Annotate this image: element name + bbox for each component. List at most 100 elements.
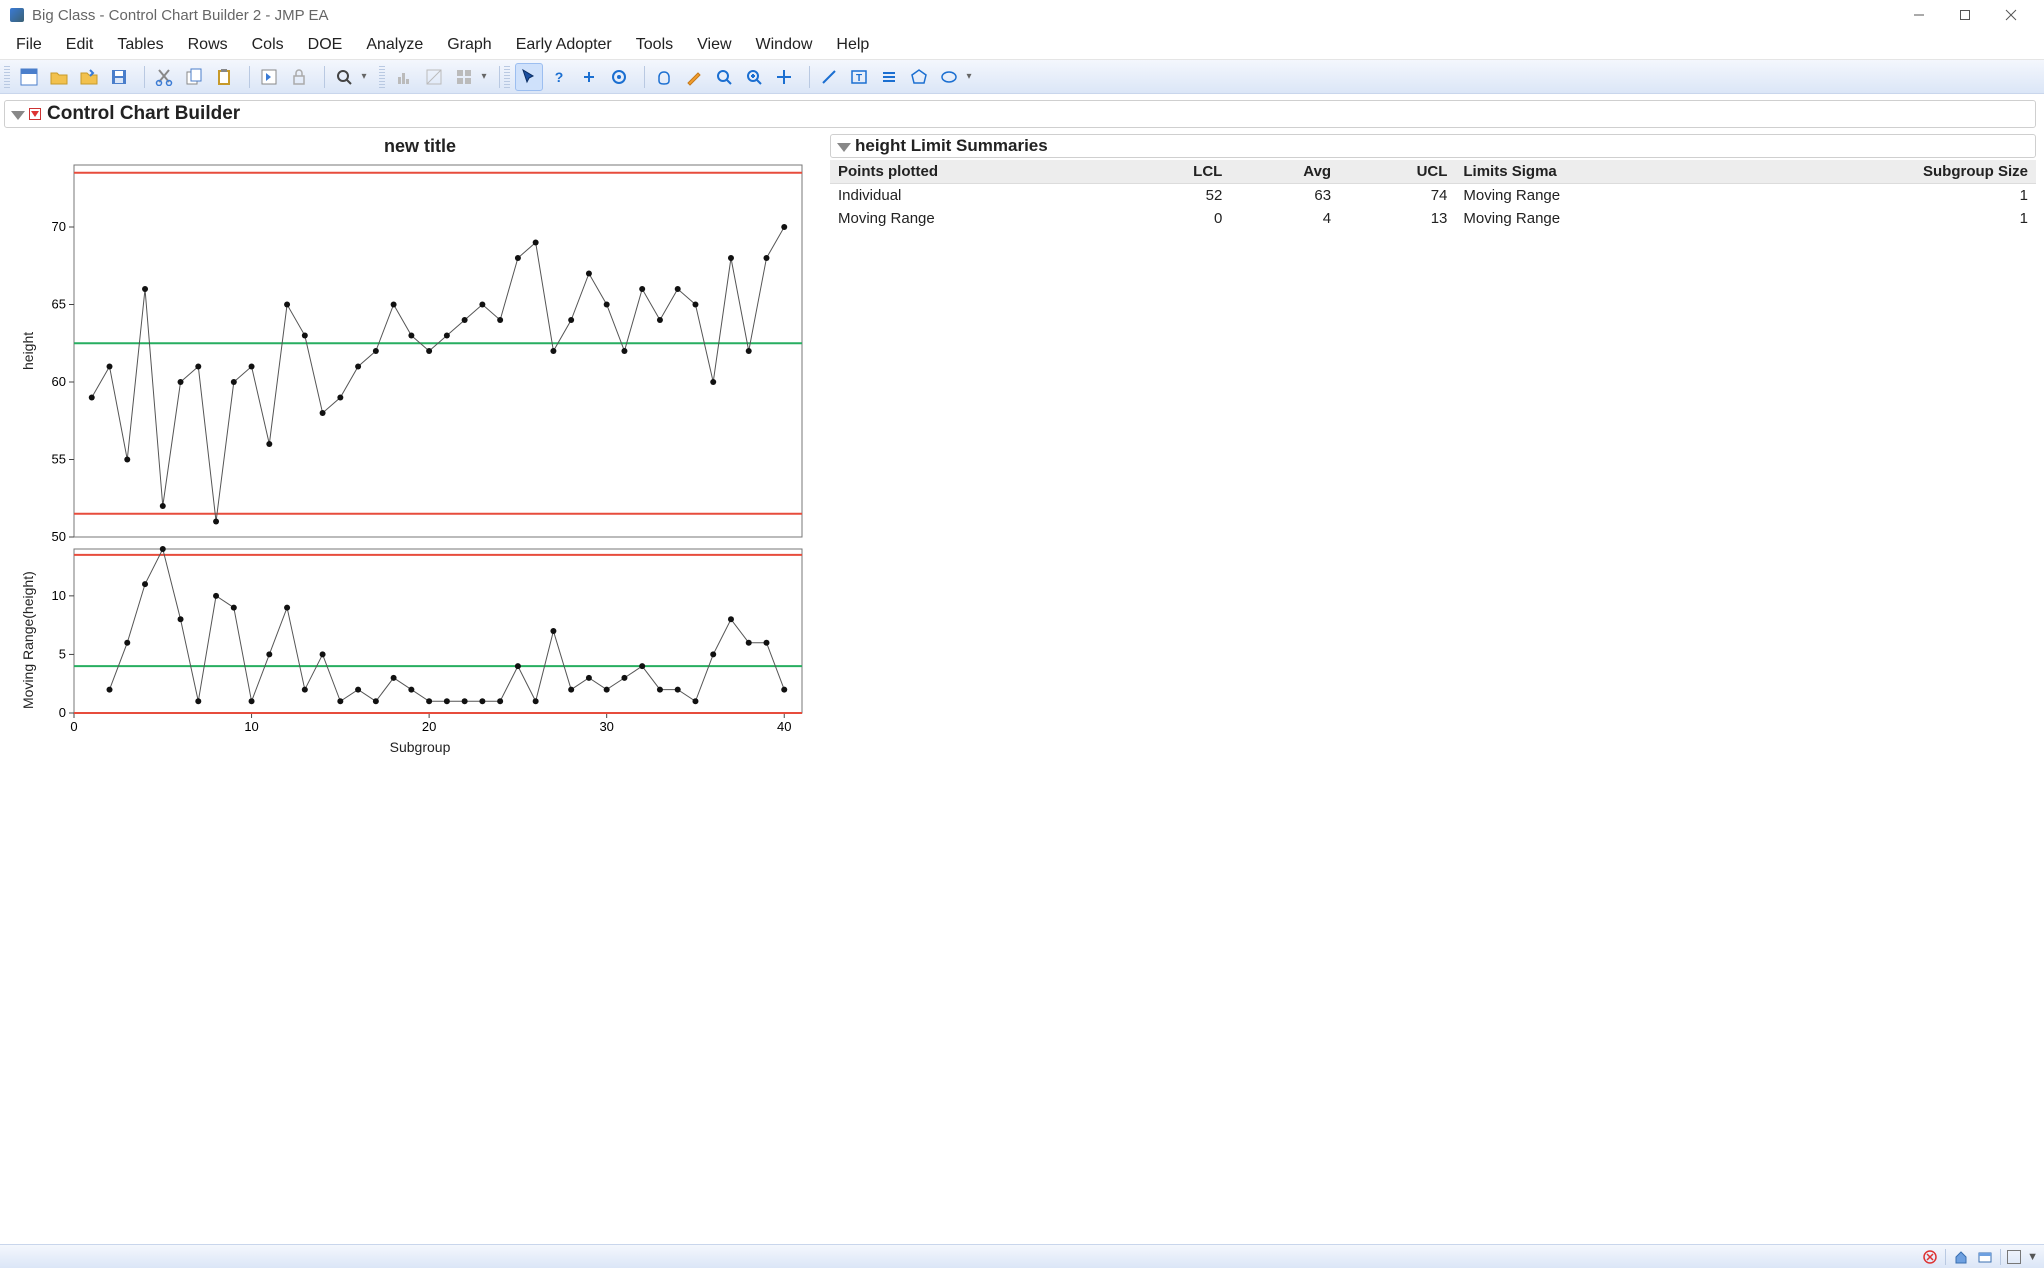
oval-annot-tool[interactable] [935, 63, 963, 91]
copy-button[interactable] [180, 63, 208, 91]
individual-chart[interactable]: 50 55 60 65 70 [38, 161, 808, 541]
svg-text:5: 5 [59, 646, 66, 661]
home-icon[interactable] [1952, 1248, 1970, 1266]
menu-doe[interactable]: DOE [296, 32, 355, 58]
table-row[interactable]: Individual 52 63 74 Moving Range 1 [830, 184, 2036, 208]
svg-text:60: 60 [52, 374, 66, 389]
titlebar: Big Class - Control Chart Builder 2 - JM… [0, 0, 2044, 30]
svg-text:T: T [856, 73, 862, 84]
lock-button[interactable] [285, 63, 313, 91]
window-title: Big Class - Control Chart Builder 2 - JM… [32, 7, 1896, 24]
outline-title: Control Chart Builder [47, 103, 240, 125]
report-area: Control Chart Builder new title height 5… [0, 94, 2044, 1244]
summaries-title: height Limit Summaries [855, 136, 1048, 156]
analysis-dropdown[interactable]: ▾ [479, 63, 489, 91]
minimize-button[interactable] [1896, 0, 1942, 30]
menu-analyze[interactable]: Analyze [354, 32, 435, 58]
window-list-icon[interactable] [1976, 1248, 1994, 1266]
summaries-table: Points plotted LCL Avg UCL Limits Sigma … [830, 160, 2036, 230]
status-menu-icon[interactable]: ▼ [2027, 1251, 2038, 1263]
svg-text:20: 20 [422, 719, 436, 734]
svg-text:0: 0 [59, 705, 66, 720]
fit-y-by-x-button[interactable] [420, 63, 448, 91]
statusbar: ▼ [0, 1244, 2044, 1268]
annot-dropdown[interactable]: ▾ [964, 63, 974, 91]
summaries-header[interactable]: height Limit Summaries [830, 134, 2036, 158]
menu-graph[interactable]: Graph [435, 32, 503, 58]
menu-rows[interactable]: Rows [176, 32, 240, 58]
svg-text:50: 50 [52, 529, 66, 541]
toolbar-grip[interactable] [4, 66, 10, 88]
app-icon [10, 8, 24, 22]
charts-panel: new title height 5055606570 Moving Range… [20, 134, 820, 755]
svg-text:0: 0 [70, 719, 77, 734]
status-error-icon[interactable] [1921, 1248, 1939, 1266]
svg-text:70: 70 [52, 219, 66, 234]
menu-cols[interactable]: Cols [240, 32, 296, 58]
disclosure-icon[interactable] [11, 111, 25, 120]
zoom-button[interactable] [330, 63, 358, 91]
menu-tools[interactable]: Tools [624, 32, 685, 58]
menu-help[interactable]: Help [824, 32, 881, 58]
new-table-button[interactable] [15, 63, 43, 91]
menu-tables[interactable]: Tables [105, 32, 175, 58]
svg-text:10: 10 [244, 719, 258, 734]
menu-file[interactable]: File [4, 32, 54, 58]
svg-text:40: 40 [777, 719, 791, 734]
svg-text:65: 65 [52, 297, 66, 312]
toolbar-grip-2[interactable] [379, 66, 385, 88]
lines-annot-tool[interactable] [875, 63, 903, 91]
col-lcl[interactable]: LCL [1118, 160, 1230, 184]
graph-builder-button[interactable] [450, 63, 478, 91]
svg-text:10: 10 [52, 588, 66, 603]
help-tool[interactable]: ? [545, 63, 573, 91]
svg-text:30: 30 [599, 719, 613, 734]
paste-button[interactable] [210, 63, 238, 91]
col-sigma[interactable]: Limits Sigma [1455, 160, 1735, 184]
y1-axis-title[interactable]: height [20, 161, 36, 541]
selection-tool[interactable] [575, 63, 603, 91]
svg-text:55: 55 [52, 452, 66, 467]
col-points[interactable]: Points plotted [830, 160, 1118, 184]
col-size[interactable]: Subgroup Size [1735, 160, 2036, 184]
moving-range-chart[interactable]: 0 5 10 0 10 20 30 40 [38, 545, 808, 735]
menubar: File Edit Tables Rows Cols DOE Analyze G… [0, 30, 2044, 60]
red-triangle-icon[interactable] [29, 108, 41, 120]
disclosure-icon[interactable] [837, 143, 851, 152]
distribution-button[interactable] [390, 63, 418, 91]
maximize-button[interactable] [1942, 0, 1988, 30]
grabber-tool[interactable] [650, 63, 678, 91]
toolbar-grip-3[interactable] [504, 66, 510, 88]
status-box[interactable] [2007, 1250, 2021, 1264]
outline-header[interactable]: Control Chart Builder [4, 100, 2036, 128]
brush-tool[interactable] [680, 63, 708, 91]
col-ucl[interactable]: UCL [1339, 160, 1455, 184]
zoom-dropdown[interactable]: ▾ [359, 63, 369, 91]
chart-title[interactable]: new title [20, 136, 820, 157]
line-annot-tool[interactable] [815, 63, 843, 91]
menu-view[interactable]: View [685, 32, 743, 58]
text-annot-tool[interactable]: T [845, 63, 873, 91]
menu-early-adopter[interactable]: Early Adopter [504, 32, 624, 58]
summaries-panel: height Limit Summaries Points plotted LC… [830, 134, 2036, 755]
save-button[interactable] [105, 63, 133, 91]
col-avg[interactable]: Avg [1230, 160, 1339, 184]
polygon-annot-tool[interactable] [905, 63, 933, 91]
run-script-button[interactable] [255, 63, 283, 91]
close-button[interactable] [1988, 0, 2034, 30]
menu-window[interactable]: Window [744, 32, 825, 58]
lasso-tool[interactable] [710, 63, 738, 91]
open-recent-button[interactable] [75, 63, 103, 91]
scroller-tool[interactable] [605, 63, 633, 91]
cut-button[interactable] [150, 63, 178, 91]
open-button[interactable] [45, 63, 73, 91]
svg-text:?: ? [555, 69, 564, 85]
toolbar: ▾ ▾ ? T ▾ [0, 60, 2044, 94]
table-row[interactable]: Moving Range 0 4 13 Moving Range 1 [830, 207, 2036, 230]
x-axis-title[interactable]: Subgroup [20, 739, 820, 755]
menu-edit[interactable]: Edit [54, 32, 106, 58]
y2-axis-title[interactable]: Moving Range(height) [20, 545, 36, 735]
crosshair-tool[interactable] [770, 63, 798, 91]
magnifier-tool[interactable] [740, 63, 768, 91]
arrow-tool[interactable] [515, 63, 543, 91]
